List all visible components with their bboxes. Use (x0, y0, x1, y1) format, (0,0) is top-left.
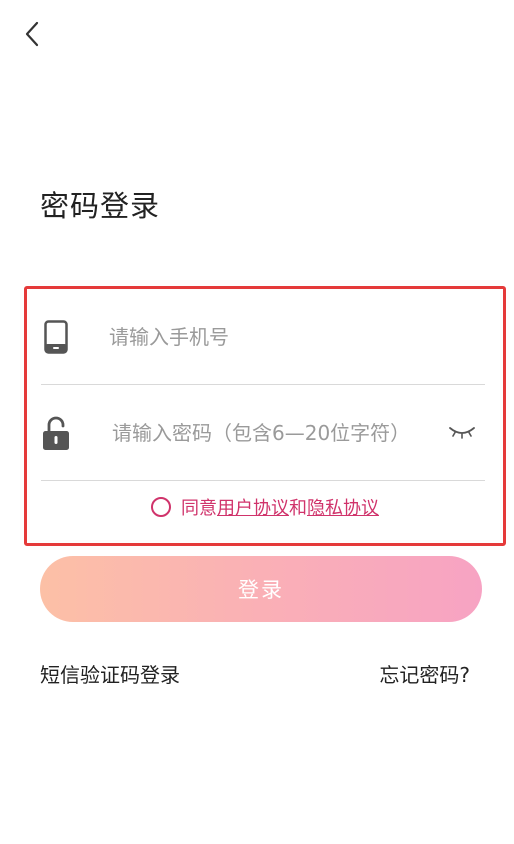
agreement-checkbox[interactable] (151, 497, 171, 517)
login-button[interactable]: 登录 (40, 556, 482, 622)
unlock-icon (41, 415, 71, 451)
phone-input[interactable] (109, 316, 469, 357)
chevron-left-icon (25, 21, 39, 47)
agreement-prefix: 同意 (181, 498, 217, 519)
eye-closed-icon (449, 427, 475, 439)
password-input[interactable] (112, 412, 442, 453)
back-button[interactable] (14, 16, 50, 52)
forgot-password-link[interactable]: 忘记密码? (379, 659, 470, 688)
page-title: 密码登录 (40, 189, 161, 223)
phone-field-row (41, 289, 485, 385)
user-agreement-link[interactable]: 用户协议 (217, 494, 289, 520)
sms-login-link[interactable]: 短信验证码登录 (40, 659, 180, 688)
privacy-agreement-link[interactable]: 隐私协议 (307, 494, 379, 520)
login-form: 同意 用户协议 和 隐私协议 (24, 286, 506, 546)
agreement-conjunction: 和 (289, 498, 307, 519)
login-page: 密码登录 请输入手机号 同意 用户协议 和 隐私协议 登录 短信验证码登录 忘记… (0, 0, 514, 844)
phone-icon (41, 319, 71, 355)
password-visibility-toggle[interactable] (447, 417, 477, 447)
agreement-row: 同意 用户协议 和 隐私协议 (27, 493, 503, 521)
password-field-row (41, 385, 485, 481)
